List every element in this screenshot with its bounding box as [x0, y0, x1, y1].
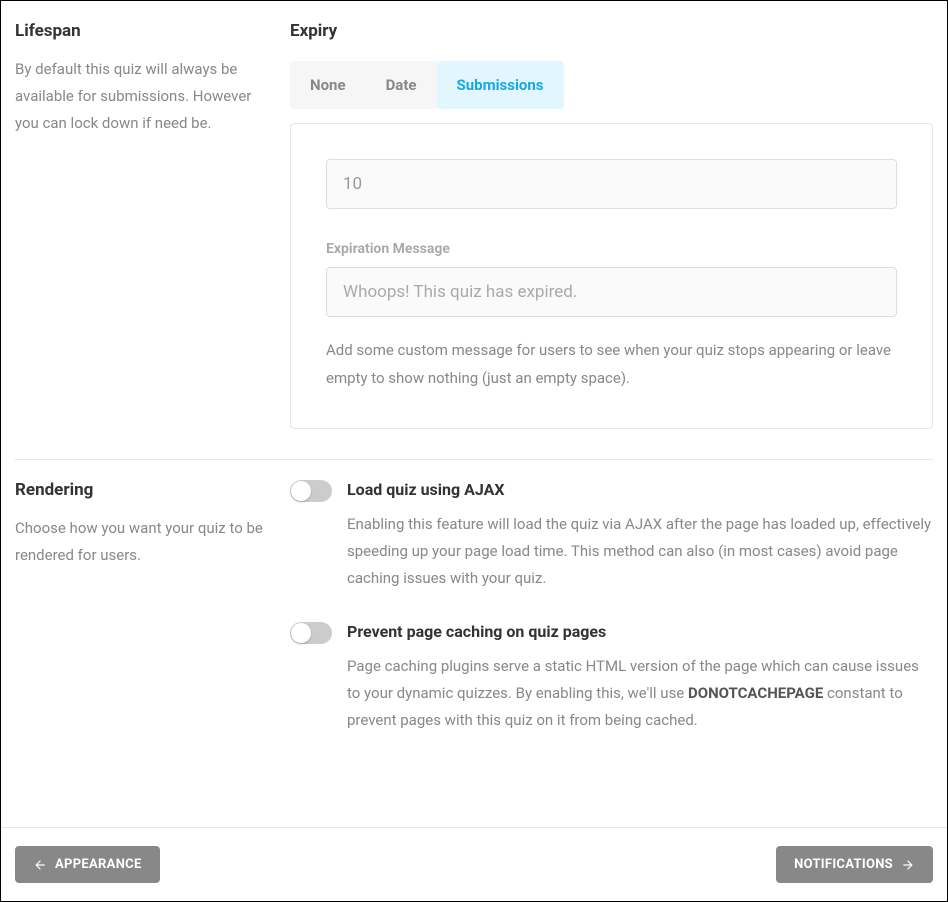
tab-date[interactable]: Date [366, 61, 437, 109]
submissions-count-input[interactable] [326, 159, 897, 209]
footer-nav: APPEARANCE NOTIFICATIONS [1, 827, 947, 901]
cache-desc-bold: DONOTCACHEPAGE [688, 684, 823, 702]
cache-content: Prevent page caching on quiz pages Page … [347, 622, 933, 734]
cache-toggle-row: Prevent page caching on quiz pages Page … [290, 622, 933, 734]
expiration-message-input[interactable] [326, 267, 897, 317]
rendering-section: Rendering Choose how you want your quiz … [1, 460, 947, 764]
prev-button-label: APPEARANCE [55, 857, 142, 872]
tab-none[interactable]: None [290, 61, 366, 109]
main-content: Lifespan By default this quiz will alway… [1, 1, 947, 827]
expiry-title: Expiry [290, 21, 933, 41]
lifespan-title: Lifespan [15, 21, 270, 41]
lifespan-right: Expiry None Date Submissions Expiration … [290, 21, 933, 429]
tab-submissions[interactable]: Submissions [437, 61, 564, 109]
cache-desc: Page caching plugins serve a static HTML… [347, 653, 933, 734]
lifespan-left: Lifespan By default this quiz will alway… [15, 21, 290, 429]
lifespan-section: Lifespan By default this quiz will alway… [1, 1, 947, 459]
settings-container: Lifespan By default this quiz will alway… [0, 0, 948, 902]
prev-button[interactable]: APPEARANCE [15, 846, 160, 883]
arrow-right-icon [901, 858, 915, 872]
expiration-message-label: Expiration Message [326, 241, 897, 257]
ajax-toggle-row: Load quiz using AJAX Enabling this featu… [290, 480, 933, 592]
cache-title: Prevent page caching on quiz pages [347, 622, 933, 641]
expiry-tabs: None Date Submissions [290, 61, 933, 109]
ajax-toggle[interactable] [290, 480, 332, 502]
expiration-help-text: Add some custom message for users to see… [326, 337, 897, 393]
lifespan-desc: By default this quiz will always be avai… [15, 56, 270, 137]
ajax-desc: Enabling this feature will load the quiz… [347, 511, 933, 592]
rendering-title: Rendering [15, 480, 270, 500]
arrow-left-icon [33, 858, 47, 872]
rendering-desc: Choose how you want your quiz to be rend… [15, 515, 270, 569]
next-button[interactable]: NOTIFICATIONS [776, 846, 933, 883]
submissions-panel: Expiration Message Add some custom messa… [290, 123, 933, 429]
rendering-right: Load quiz using AJAX Enabling this featu… [290, 480, 933, 734]
next-button-label: NOTIFICATIONS [794, 857, 893, 872]
rendering-left: Rendering Choose how you want your quiz … [15, 480, 290, 734]
ajax-content: Load quiz using AJAX Enabling this featu… [347, 480, 933, 592]
ajax-title: Load quiz using AJAX [347, 480, 933, 499]
cache-toggle[interactable] [290, 622, 332, 644]
